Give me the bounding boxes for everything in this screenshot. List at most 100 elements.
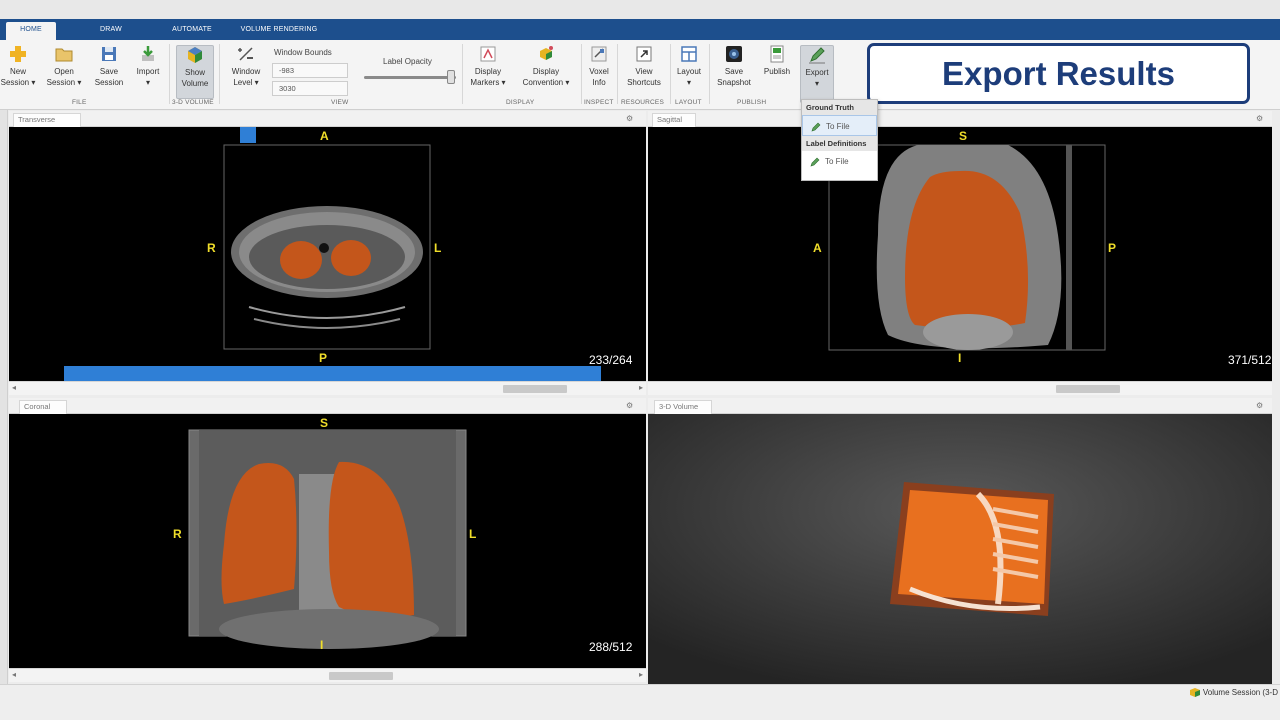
scroll-thumb[interactable]: [1056, 385, 1120, 393]
display-convention-icon: [540, 46, 553, 60]
sagittal-view[interactable]: S I A P 371/512: [648, 127, 1272, 381]
display-markers-button[interactable]: Display Markers ▾: [466, 45, 510, 88]
label-definitions-to-file-label: To File: [825, 157, 849, 166]
export-label: Export: [805, 68, 829, 77]
orientation-left: R: [173, 527, 182, 541]
coronal-tab[interactable]: Coronal: [19, 400, 67, 414]
display-convention-button[interactable]: Display Convention ▾: [516, 45, 576, 88]
export-label-definitions-to-file[interactable]: To File: [802, 151, 877, 172]
voxel-info-button[interactable]: Voxel Info: [584, 45, 614, 88]
coronal-slice-scrollbar[interactable]: ◂ ▸: [9, 668, 646, 682]
publish-icon: [770, 45, 784, 63]
label-opacity-slider-track[interactable]: [364, 76, 456, 79]
status-message: Volume Session (3-D: [1189, 688, 1278, 698]
ground-truth-header: Ground Truth: [802, 100, 877, 115]
status-text: Volume Session (3-D: [1202, 688, 1278, 697]
display-markers-sub: Markers ▾: [470, 78, 506, 87]
import-icon: [142, 46, 154, 61]
open-session-sub: Session ▾: [46, 78, 82, 87]
export-icon: [809, 47, 825, 64]
tab-draw[interactable]: DRAW: [86, 22, 136, 40]
show-volume-sub: Volume: [181, 79, 209, 88]
publish-label: Publish: [763, 67, 791, 76]
app-window: HOME DRAW AUTOMATE VOLUME RENDERING ⤢▾? …: [0, 0, 1280, 720]
save-snapshot-icon: [726, 46, 742, 62]
label-opacity-slider-thumb[interactable]: [447, 70, 455, 84]
sagittal-tab[interactable]: Sagittal: [652, 113, 696, 127]
window-max-field[interactable]: 3030: [272, 81, 348, 96]
scroll-right-icon[interactable]: ▸: [639, 383, 643, 392]
transverse-image: [64, 127, 601, 381]
save-snapshot-button[interactable]: Save Snapshot: [713, 45, 755, 88]
show-volume-button[interactable]: Show Volume: [176, 45, 214, 99]
ribbon-tab-bar: HOME DRAW AUTOMATE VOLUME RENDERING ⤢▾?: [0, 19, 1280, 56]
gear-icon[interactable]: ⚙: [626, 401, 635, 410]
slice-counter: 371/512: [1228, 353, 1272, 367]
section-resources: RESOURCES: [621, 99, 664, 106]
save-session-label: Save: [99, 67, 119, 76]
new-session-sub: Session ▾: [0, 78, 36, 87]
orientation-right: P: [1108, 241, 1117, 255]
new-session-icon: [10, 46, 26, 62]
import-sub: ▾: [145, 78, 150, 87]
volume3d-tab[interactable]: 3-D Volume: [654, 400, 712, 414]
scroll-thumb[interactable]: [329, 672, 393, 680]
section-file: FILE: [72, 99, 87, 106]
orientation-bottom: P: [319, 351, 328, 365]
window-min-field[interactable]: -983: [272, 63, 348, 78]
tab-automate[interactable]: AUTOMATE: [163, 22, 221, 40]
open-session-button[interactable]: Open Session ▾: [44, 45, 84, 88]
publish-button[interactable]: Publish: [759, 45, 795, 77]
orientation-top: S: [959, 129, 968, 143]
window-level-icon: [238, 47, 253, 61]
scroll-thumb[interactable]: [503, 385, 567, 393]
scroll-left-icon[interactable]: ◂: [12, 670, 16, 679]
right-side-strip: [1272, 110, 1280, 684]
title-strip: [0, 0, 1280, 19]
save-session-icon: [102, 47, 116, 61]
volume3d-title-bar: 3-D Volume ⚙: [648, 398, 1272, 414]
export-sub: ▾: [814, 79, 819, 88]
scroll-right-icon[interactable]: ▸: [639, 670, 643, 679]
separator: [670, 44, 671, 104]
transverse-tab[interactable]: Transverse: [13, 113, 81, 127]
new-session-button[interactable]: New Session ▾: [0, 45, 36, 88]
gear-icon[interactable]: ⚙: [626, 114, 635, 123]
label-opacity-title: Label Opacity: [383, 57, 432, 66]
gear-icon[interactable]: ⚙: [1256, 401, 1265, 410]
label-definitions-header: Label Definitions: [802, 136, 877, 151]
left-side-panel-strip: [0, 110, 8, 684]
new-session-label: New: [9, 67, 26, 76]
open-session-label: Open: [54, 67, 74, 76]
scroll-left-icon[interactable]: ◂: [12, 383, 16, 392]
tab-volume-rendering[interactable]: VOLUME RENDERING: [232, 22, 326, 40]
volume3d-view[interactable]: [648, 414, 1272, 684]
export-button[interactable]: Export ▾: [800, 45, 834, 103]
transverse-slice-scrollbar[interactable]: ◂ ▸: [9, 381, 646, 395]
section-view: VIEW: [331, 99, 349, 106]
export-results-callout: Export Results: [867, 43, 1250, 104]
section-publish: PUBLISH: [737, 99, 767, 106]
coronal-view[interactable]: S I R L 288/512: [9, 414, 646, 668]
section-inspect: INSPECT: [584, 99, 614, 106]
pen-icon: [811, 122, 821, 132]
window-level-sub: Level ▾: [233, 78, 259, 87]
tab-home[interactable]: HOME: [6, 22, 56, 40]
window-level-button[interactable]: Window Level ▾: [226, 45, 266, 88]
gear-icon[interactable]: ⚙: [1256, 114, 1265, 123]
separator: [169, 44, 170, 104]
export-dropdown-menu: Ground Truth To File Label Definitions T…: [801, 99, 878, 181]
sagittal-slice-scrollbar[interactable]: [648, 381, 1272, 395]
view-shortcuts-button[interactable]: View Shortcuts: [622, 45, 666, 88]
show-volume-label: Show: [184, 68, 205, 77]
layout-button[interactable]: Layout ▾: [673, 45, 705, 88]
orientation-right: L: [469, 527, 477, 541]
transverse-view[interactable]: A P R L 233/264: [9, 127, 646, 381]
callout-text: Export Results: [942, 54, 1175, 92]
import-button[interactable]: Import ▾: [131, 45, 165, 88]
transverse-title-bar: Transverse ⚙: [9, 111, 646, 127]
sagittal-title-bar: Sagittal ⚙: [648, 111, 1272, 127]
save-session-button[interactable]: Save Session: [90, 45, 128, 88]
export-ground-truth-to-file[interactable]: To File: [802, 115, 877, 136]
sagittal-image: [828, 144, 1106, 351]
